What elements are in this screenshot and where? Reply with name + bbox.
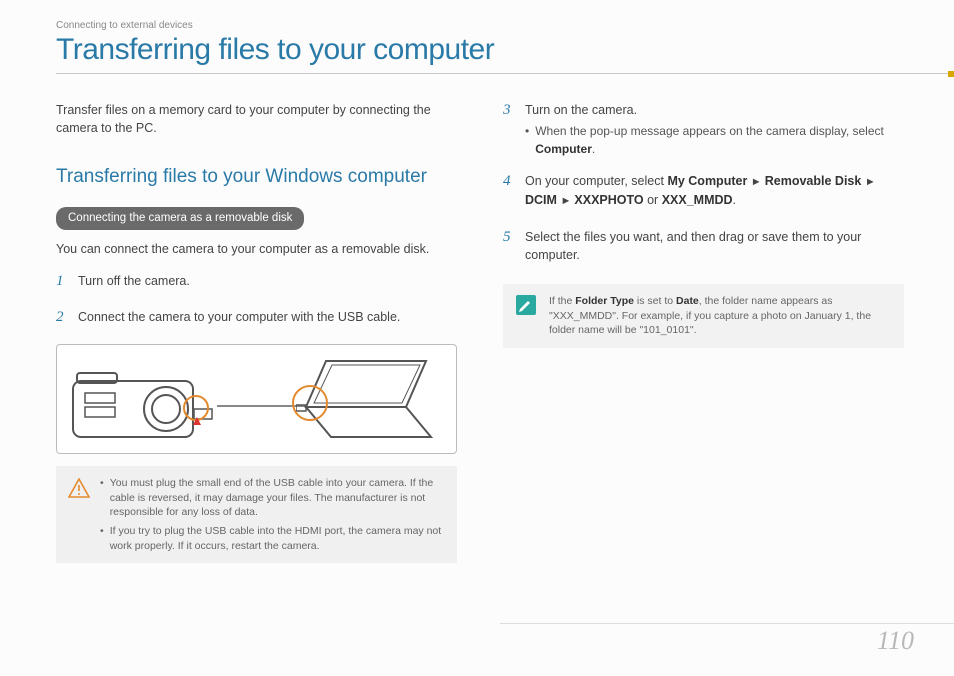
pencil-note-icon [515,294,537,321]
warning-text-2: If you try to plug the USB cable into th… [110,524,445,553]
step-number: 2 [56,308,68,330]
page-title: Transferring files to your computer [56,33,904,73]
title-divider [56,73,904,75]
warning-triangle-icon [68,476,90,498]
right-column: 3 Turn on the camera. • When the pop-up … [503,101,904,563]
warning-text-1: You must plug the small end of the USB c… [110,476,445,520]
step-number: 1 [56,272,68,294]
step-2: 2 Connect the camera to your computer wi… [56,308,457,330]
section-heading-windows: Transferring files to your Windows compu… [56,165,457,189]
step-text: Turn off the camera. [78,272,457,290]
step-text: Turn on the camera. [525,101,904,119]
intro-text: Transfer files on a memory card to your … [56,101,457,137]
arrow-indicator-icon [193,417,201,425]
step-text: Connect the camera to your computer with… [78,308,457,326]
step-number: 3 [503,101,515,158]
lead-text: You can connect the camera to your compu… [56,240,457,258]
info-note: If the Folder Type is set to Date, the f… [503,284,904,348]
step-3: 3 Turn on the camera. • When the pop-up … [503,101,904,158]
warning-note: •You must plug the small end of the USB … [56,466,457,563]
bullet-dot: • [525,123,529,158]
highlight-circle-laptop-port [292,385,328,421]
breadcrumb: Connecting to external devices [56,20,904,31]
left-column: Transfer files on a memory card to your … [56,101,457,563]
step-text: Select the files you want, and then drag… [525,228,904,264]
step-4: 4 On your computer, select My Computer ►… [503,172,904,214]
step-number: 4 [503,172,515,214]
footer-divider [500,623,954,624]
bullet-dot: • [100,476,104,520]
step-text: On your computer, select My Computer ► R… [525,172,904,210]
step-number: 5 [503,228,515,268]
step-1: 1 Turn off the camera. [56,272,457,294]
info-text: If the Folder Type is set to Date, the f… [549,294,892,338]
step-subtext: When the pop-up message appears on the c… [535,123,904,158]
page-number: 110 [877,626,914,656]
bullet-dot: • [100,524,104,553]
usb-connection-diagram [56,344,457,454]
subsection-pill: Connecting the camera as a removable dis… [56,207,304,230]
step-5: 5 Select the files you want, and then dr… [503,228,904,268]
